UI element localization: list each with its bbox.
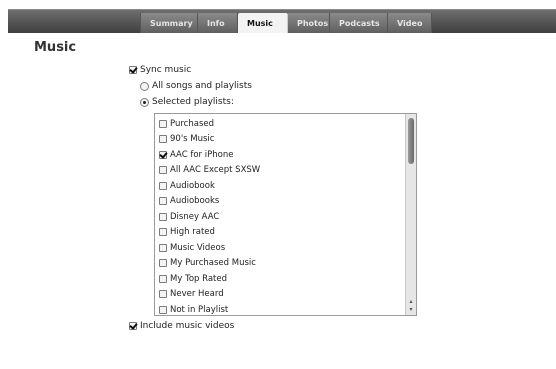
list-item[interactable]: High rated xyxy=(159,225,260,241)
list-item[interactable]: AAC for iPhone xyxy=(159,147,260,163)
tab-bar: Summary Info Music Photos Podcasts Video xyxy=(8,9,556,33)
all-songs-option[interactable]: All songs and playlists xyxy=(140,81,252,91)
playlist-label: My Top Rated xyxy=(170,273,227,284)
scroll-thumb[interactable] xyxy=(408,118,414,164)
list-item[interactable]: Disney AAC xyxy=(159,209,260,225)
playlist-items: Purchased 90's Music AAC for iPhone All … xyxy=(159,116,260,315)
playlist-label: Not in Playlist xyxy=(170,304,229,315)
playlist-label: Audiobooks xyxy=(170,196,220,207)
sync-settings-page: Summary Info Music Photos Podcasts Video… xyxy=(0,0,556,369)
playlist-label: Disney AAC xyxy=(170,211,220,222)
include-videos-row[interactable]: Include music videos xyxy=(129,321,234,331)
all-songs-label: All songs and playlists xyxy=(152,81,252,91)
list-item[interactable]: My Purchased Music xyxy=(159,256,260,272)
list-item[interactable]: My Top Rated xyxy=(159,271,260,287)
playlist-label: High rated xyxy=(170,227,215,238)
playlist-checkbox[interactable] xyxy=(159,274,167,283)
include-videos-label: Include music videos xyxy=(140,321,235,331)
playlist-checkbox[interactable] xyxy=(159,243,167,252)
scroll-up-arrow-icon[interactable]: ▴ xyxy=(406,298,416,306)
list-item[interactable]: Never Heard xyxy=(159,287,260,303)
playlist-checkbox[interactable] xyxy=(159,197,167,206)
playlist-label: Purchased xyxy=(170,118,214,129)
playlist-checkbox[interactable] xyxy=(159,119,167,128)
list-item[interactable]: Audiobooks xyxy=(159,194,260,210)
list-item[interactable]: Audiobook xyxy=(159,178,260,194)
scroll-down-arrow-icon[interactable]: ▾ xyxy=(406,306,416,314)
list-item[interactable]: Purchased xyxy=(159,116,260,132)
playlist-label: Never Heard xyxy=(170,289,224,300)
playlist-label: All AAC Except SXSW xyxy=(170,165,261,176)
all-songs-radio[interactable] xyxy=(140,81,149,91)
selected-playlists-label: Selected playlists: xyxy=(152,97,234,107)
playlist-checkbox[interactable] xyxy=(159,150,167,159)
playlist-list[interactable]: Purchased 90's Music AAC for iPhone All … xyxy=(154,113,417,316)
playlist-label: Music Videos xyxy=(170,242,226,253)
list-item[interactable]: Not in Playlist xyxy=(159,302,260,315)
tab-photos[interactable]: Photos xyxy=(288,13,330,33)
playlist-checkbox[interactable] xyxy=(159,135,167,144)
tab-info[interactable]: Info xyxy=(198,13,238,33)
playlist-checkbox[interactable] xyxy=(159,166,167,175)
tab-podcasts[interactable]: Podcasts xyxy=(330,13,388,33)
list-item[interactable]: 90's Music xyxy=(159,132,260,148)
playlist-label: 90's Music xyxy=(170,134,215,145)
playlist-checkbox[interactable] xyxy=(159,228,167,237)
selected-playlists-radio[interactable] xyxy=(140,97,149,107)
playlist-label: AAC for iPhone xyxy=(170,149,234,160)
playlist-checkbox[interactable] xyxy=(159,290,167,299)
playlist-label: My Purchased Music xyxy=(170,258,256,269)
tab-video[interactable]: Video xyxy=(388,13,432,33)
list-item[interactable]: All AAC Except SXSW xyxy=(159,163,260,179)
playlist-checkbox[interactable] xyxy=(159,259,167,268)
playlist-checkbox[interactable] xyxy=(159,181,167,190)
playlist-checkbox[interactable] xyxy=(159,212,167,221)
section-title: Music xyxy=(34,40,77,55)
list-item[interactable]: Music Videos xyxy=(159,240,260,256)
playlist-label: Audiobook xyxy=(170,180,215,191)
tab-bar-spacer xyxy=(8,10,140,33)
sync-music-checkbox[interactable] xyxy=(129,66,137,74)
tab-music[interactable]: Music xyxy=(238,13,288,33)
include-videos-checkbox[interactable] xyxy=(129,322,137,330)
tabs: Summary Info Music Photos Podcasts Video xyxy=(140,13,432,33)
sync-music-row[interactable]: Sync music xyxy=(129,65,191,75)
sync-music-label: Sync music xyxy=(140,65,192,75)
tab-summary[interactable]: Summary xyxy=(140,13,198,33)
playlist-checkbox[interactable] xyxy=(159,305,167,314)
selected-playlists-option[interactable]: Selected playlists: xyxy=(140,97,234,107)
playlist-scrollbar[interactable]: ▴ ▾ xyxy=(405,114,416,315)
